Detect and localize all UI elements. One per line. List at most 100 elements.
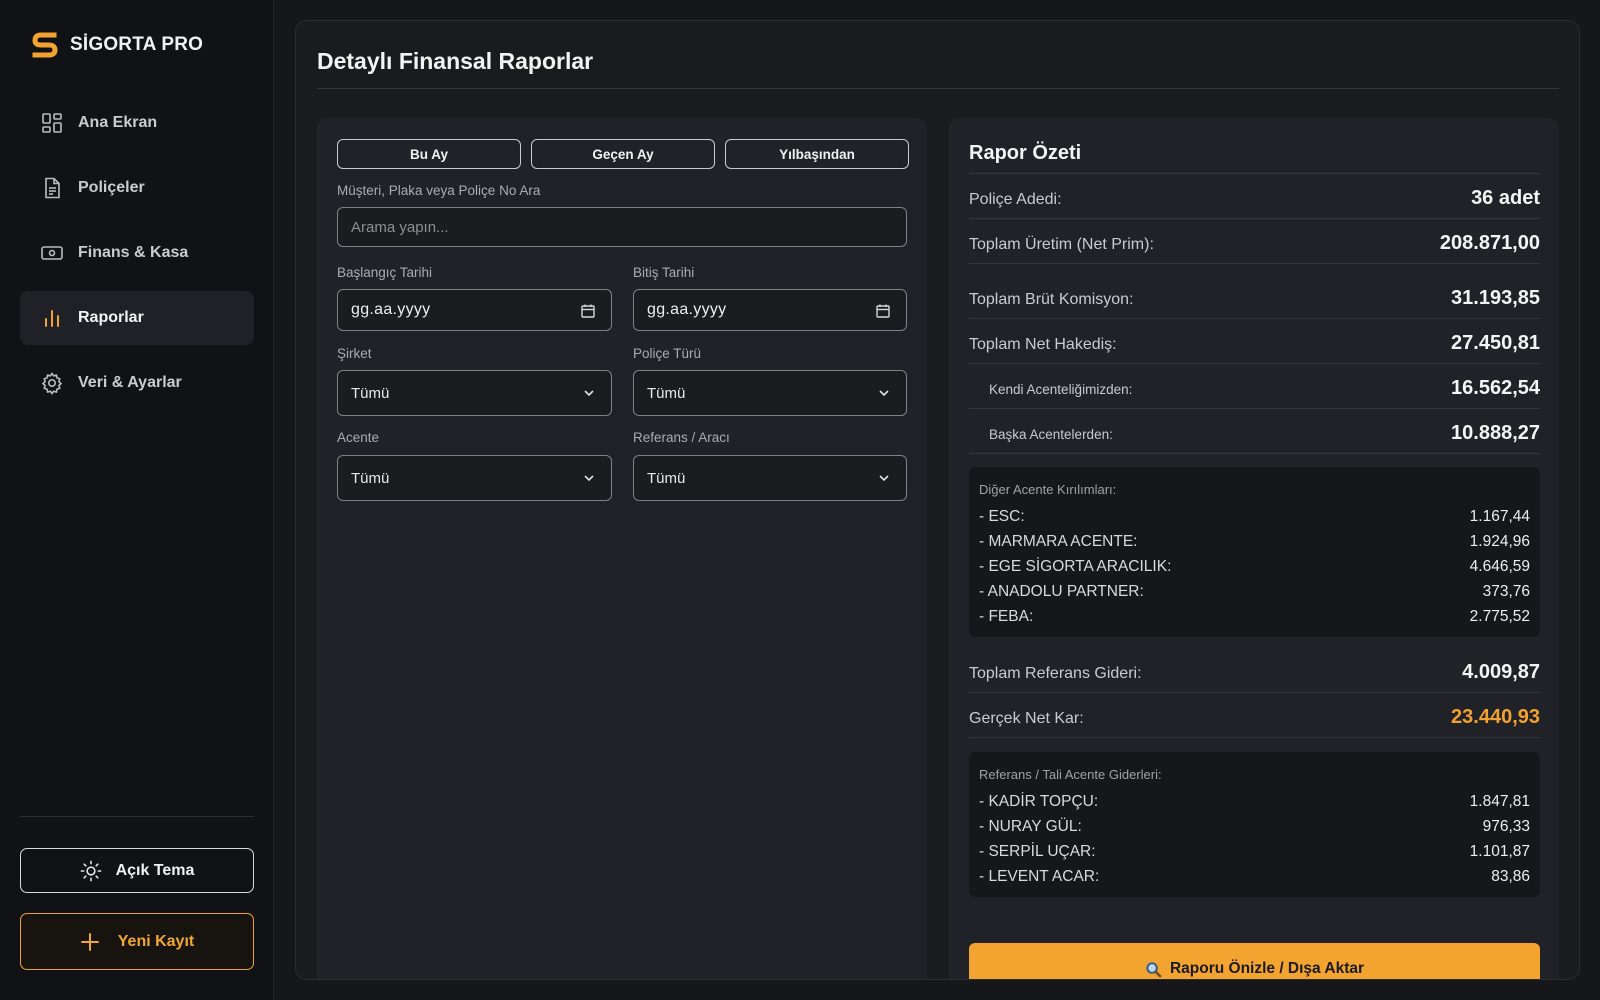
- sidebar-item-ana-ekran[interactable]: Ana Ekran: [20, 96, 254, 150]
- breakdown-value: 1.924,96: [1469, 532, 1530, 550]
- production-value: 208.871,00: [1439, 232, 1540, 254]
- company-label: Şirket: [337, 346, 372, 361]
- end-date-input[interactable]: gg.aa.yyyy: [633, 289, 907, 331]
- other-agencies-value: 10.888,27: [1451, 422, 1540, 444]
- net-earning-label: Toplam Net Hakediş:: [969, 336, 1117, 353]
- calendar-icon[interactable]: [581, 304, 595, 318]
- net-profit-label: Gerçek Net Kar:: [969, 710, 1084, 727]
- breakdown-name: - NURAY GÜL:: [979, 817, 1082, 835]
- other-agencies-label: Başka Acentelerden:: [989, 427, 1113, 442]
- policy-count-row: Poliçe Adedi: 36 adet: [969, 187, 1540, 210]
- breakdown-name: - LEVENT ACAR:: [979, 867, 1100, 885]
- policy-count-value: 36 adet: [1471, 187, 1540, 209]
- breakdown-row: - SERPİL UÇAR: 1.101,87: [979, 839, 1530, 864]
- sidebar-item-policeler[interactable]: Poliçeler: [20, 161, 254, 215]
- net-earning-row: Toplam Net Hakediş: 27.450,81: [969, 332, 1540, 355]
- summary-divider: [969, 737, 1540, 738]
- sun-icon: [80, 860, 101, 881]
- export-report-button[interactable]: Raporu Önizle / Dışa Aktar: [969, 943, 1540, 979]
- policy-type-select[interactable]: Tümü: [633, 370, 907, 416]
- summary-divider: [969, 692, 1540, 693]
- bar-chart-icon: [45, 310, 59, 327]
- breakdown-row: - LEVENT ACAR: 83,86: [979, 864, 1530, 889]
- sidebar-item-veri-ayarlar[interactable]: Veri & Ayarlar: [20, 356, 254, 410]
- start-date-input[interactable]: gg.aa.yyyy: [337, 289, 612, 331]
- breakdown-name: - FEBA:: [979, 607, 1034, 625]
- breakdown-name: - KADİR TOPÇU:: [979, 792, 1099, 810]
- document-icon: [45, 177, 60, 199]
- chevron-down-icon: [879, 390, 889, 397]
- quick-range-buttons: Bu Ay Geçen Ay Yılbaşından: [337, 139, 909, 169]
- breakdown-value: 1.167,44: [1469, 507, 1530, 525]
- last-month-button[interactable]: Geçen Ay: [531, 139, 715, 169]
- dashboard-icon: [42, 113, 62, 133]
- new-record-button[interactable]: Yeni Kayıt: [20, 913, 254, 970]
- reference-select[interactable]: Tümü: [633, 455, 907, 501]
- breakdown-row: - ESC: 1.167,44: [979, 504, 1530, 529]
- breakdown-row: - MARMARA ACENTE: 1.924,96: [979, 529, 1530, 554]
- net-profit-row: Gerçek Net Kar: 23.440,93: [969, 706, 1540, 729]
- chevron-down-icon: [879, 475, 889, 482]
- summary-title: Rapor Özeti: [969, 142, 1082, 164]
- end-date-label: Bitiş Tarihi: [633, 265, 695, 280]
- own-agency-label: Kendi Acenteliğimizden:: [989, 382, 1133, 397]
- reference-label: Referans / Aracı: [633, 430, 730, 445]
- summary-divider: [969, 263, 1540, 264]
- breakdown-name: - SERPİL UÇAR:: [979, 842, 1096, 860]
- filter-card: Bu Ay Geçen Ay Yılbaşından Müşteri, Plak…: [317, 118, 927, 979]
- other-agency-breakdown: Diğer Acente Kırılımları: - ESC: 1.167,4…: [969, 467, 1540, 637]
- reference-expense-label: Toplam Referans Gideri:: [969, 665, 1142, 682]
- chevron-down-icon: [584, 390, 594, 397]
- gross-commission-value: 31.193,85: [1451, 287, 1540, 309]
- breakdown-name: - ESC:: [979, 507, 1025, 525]
- breakdown-value: 1.847,81: [1469, 792, 1530, 810]
- breakdown-name: - ANADOLU PARTNER:: [979, 582, 1144, 600]
- sidebar-item-raporlar[interactable]: Raporlar: [20, 291, 254, 345]
- breakdown-row: - NURAY GÜL: 976,33: [979, 814, 1530, 839]
- search-input[interactable]: Arama yapın...: [337, 207, 907, 247]
- breakdown-title: Referans / Tali Acente Giderleri:: [979, 767, 1162, 782]
- breakdown-row: - EGE SİGORTA ARACILIK: 4.646,59: [979, 554, 1530, 579]
- sidebar-item-label: Veri & Ayarlar: [78, 374, 182, 391]
- own-agency-value: 16.562,54: [1451, 377, 1540, 399]
- breakdown-value: 2.775,52: [1469, 607, 1530, 625]
- sidebar-item-label: Ana Ekran: [78, 114, 158, 131]
- year-to-date-button[interactable]: Yılbaşından: [725, 139, 909, 169]
- light-theme-button[interactable]: Açık Tema: [20, 848, 254, 893]
- plus-icon: [80, 932, 99, 951]
- start-date-label: Başlangıç Tarihi: [337, 265, 433, 280]
- policy-type-label: Poliçe Türü: [633, 346, 702, 361]
- reference-expense-value: 4.009,87: [1462, 661, 1540, 683]
- new-record-label: Yeni Kayıt: [117, 932, 195, 950]
- gross-commission-row: Toplam Brüt Komisyon: 31.193,85: [969, 287, 1540, 310]
- app-name: SİGORTA PRO: [70, 34, 204, 55]
- net-profit-value: 23.440,93: [1451, 706, 1540, 728]
- this-month-button[interactable]: Bu Ay: [337, 139, 521, 169]
- company-value: Tümü: [351, 384, 390, 402]
- sidebar-item-label: Finans & Kasa: [78, 244, 189, 261]
- report-summary-card: Rapor Özeti Poliçe Adedi: 36 adet Toplam…: [949, 118, 1559, 979]
- app-logo[interactable]: SİGORTA PRO: [30, 30, 203, 60]
- logo-s-icon: [32, 32, 58, 58]
- agency-label: Acente: [337, 430, 380, 445]
- breakdown-row: - KADİR TOPÇU: 1.847,81: [979, 789, 1530, 814]
- cash-icon: [41, 246, 63, 260]
- sidebar-item-label: Raporlar: [78, 309, 144, 326]
- breakdown-name: - MARMARA ACENTE:: [979, 532, 1138, 550]
- agency-select[interactable]: Tümü: [337, 455, 612, 501]
- magnifier-icon: [1146, 961, 1162, 977]
- breakdown-value: 976,33: [1482, 817, 1530, 835]
- summary-divider: [969, 363, 1540, 364]
- sidebar-item-finans-kasa[interactable]: Finans & Kasa: [20, 226, 254, 280]
- breakdown-value: 83,86: [1491, 867, 1530, 885]
- title-divider: [317, 88, 1559, 89]
- breakdown-row: - FEBA: 2.775,52: [979, 604, 1530, 629]
- reference-expense-row: Toplam Referans Gideri: 4.009,87: [969, 661, 1540, 684]
- start-date-value: gg.aa.yyyy: [351, 301, 431, 318]
- company-select[interactable]: Tümü: [337, 370, 612, 416]
- breakdown-value: 4.646,59: [1469, 557, 1530, 575]
- own-agency-row: Kendi Acenteliğimizden: 16.562,54: [969, 377, 1540, 400]
- summary-divider: [969, 408, 1540, 409]
- export-report-label: Raporu Önizle / Dışa Aktar: [1169, 960, 1365, 977]
- calendar-icon[interactable]: [876, 304, 890, 318]
